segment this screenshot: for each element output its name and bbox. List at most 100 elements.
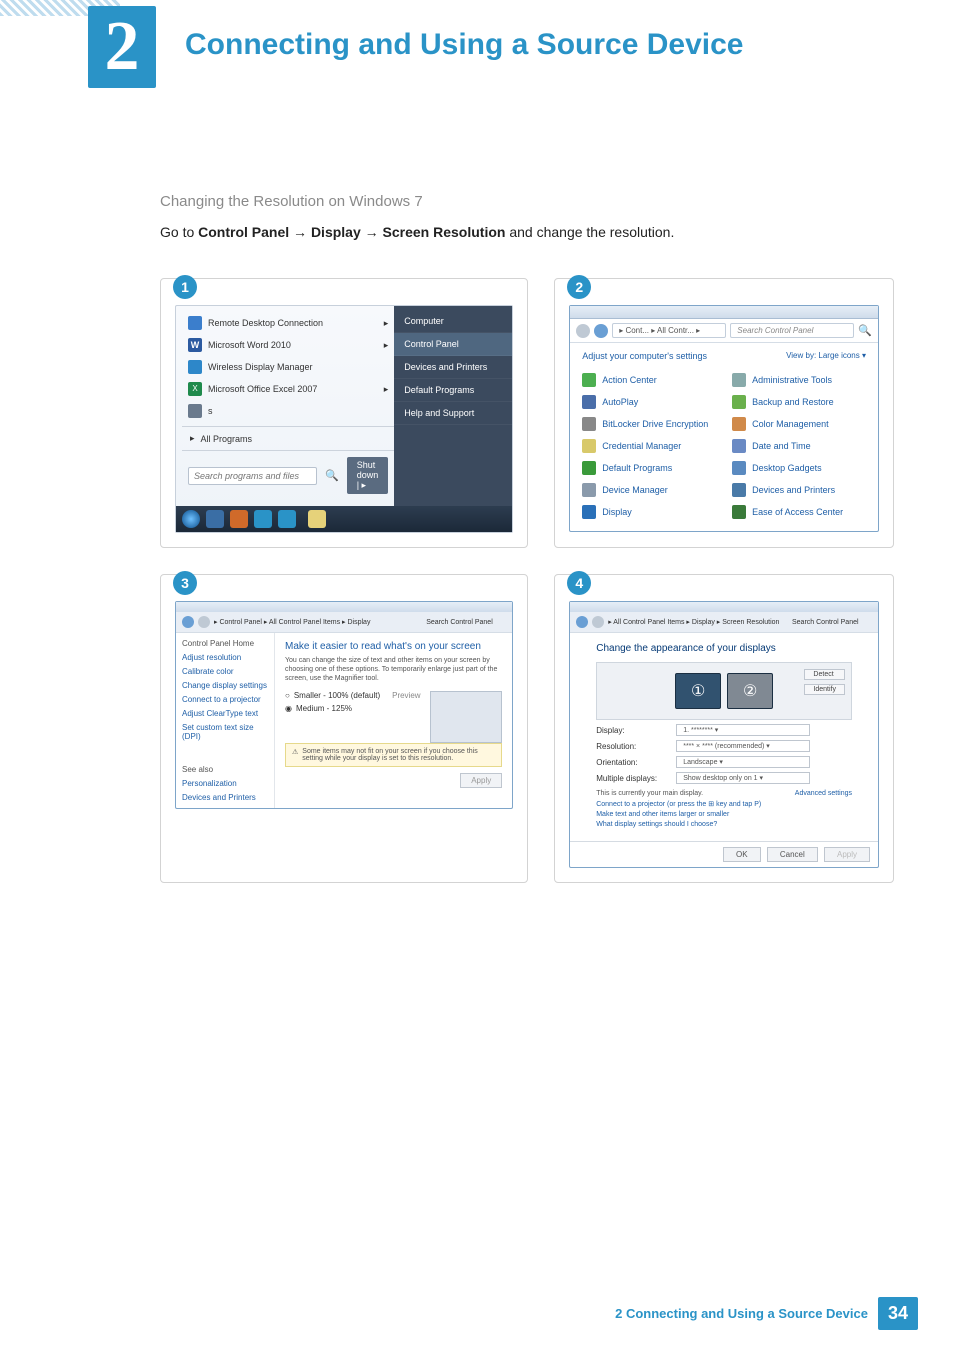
search-input[interactable] [188,467,317,485]
monitor-1[interactable]: ① [675,673,721,709]
advanced-settings-link[interactable]: Advanced settings [795,790,852,797]
cp-item[interactable]: Device Manager [574,479,724,501]
setting-row: Multiple displays:Show desktop only on 1… [596,772,852,784]
nav-fwd-icon[interactable] [592,616,604,628]
radio-option[interactable]: ◉Medium - 125% [285,704,422,713]
warning-box: ⚠Some items may not fit on your screen i… [285,743,502,767]
nav-back-icon[interactable] [576,324,590,338]
screen-resolution-window: ▸ All Control Panel Items ▸ Display ▸ Sc… [569,601,879,868]
taskbar-icon[interactable] [278,510,296,528]
cp-item[interactable]: Display [574,501,724,523]
sidebar-link[interactable]: Calibrate color [182,667,268,676]
sidebar-link[interactable]: Connect to a projector [182,695,268,704]
nav-fwd-icon[interactable] [594,324,608,338]
start-right-item[interactable]: Devices and Printers [394,356,512,379]
cp-item[interactable]: Devices and Printers [724,479,874,501]
cp-item[interactable]: Backup and Restore [724,391,874,413]
cp-item[interactable]: Ease of Access Center [724,501,874,523]
sidebar-link[interactable]: Set custom text size (DPI) [182,723,268,741]
taskbar-icon[interactable] [230,510,248,528]
taskbar [176,506,512,532]
start-right-item[interactable]: Default Programs [394,379,512,402]
start-item[interactable]: WMicrosoft Word 2010▸ [182,334,394,356]
search-icon: 🔍 [858,324,872,337]
monitor-2[interactable]: ② [727,673,773,709]
breadcrumb[interactable]: ▸ All Control Panel Items ▸ Display ▸ Sc… [608,618,788,626]
page-number: 34 [878,1297,918,1330]
nav-back-icon[interactable] [182,616,194,628]
search-field[interactable]: Search Control Panel [426,619,506,626]
start-item[interactable]: s [182,400,394,422]
identify-button[interactable]: Identify [804,684,845,695]
link[interactable]: Connect to a projector (or press the ⊞ k… [596,800,852,808]
sidebar-link[interactable]: Personalization [182,779,268,788]
cp-heading: Adjust your computer's settings [582,351,707,361]
cp-item[interactable]: Date and Time [724,435,874,457]
cp-item[interactable]: Default Programs [574,457,724,479]
search-field[interactable]: Search Control Panel [792,619,872,626]
nav-back-icon[interactable] [576,616,588,628]
taskbar-icon[interactable] [254,510,272,528]
cp-item[interactable]: Color Management [724,413,874,435]
select[interactable]: Show desktop only on 1 ▾ [676,772,810,784]
monitor-preview: ① ② Detect Identify [596,662,852,720]
instruction-text: Go to Control Panel → Display → Screen R… [160,224,894,240]
start-right-item-selected[interactable]: Control Panel [394,333,512,356]
all-programs[interactable]: ▸All Programs [182,426,394,450]
select[interactable]: 1. ******** ▾ [676,724,810,736]
panel-heading: Make it easier to read what's on your sc… [285,641,502,652]
sidebar-link[interactable]: Adjust ClearType text [182,709,268,718]
screenshot-1: 1 Remote Desktop Connection▸ WMicrosoft … [160,278,528,548]
title-bar [570,306,878,319]
start-right-item[interactable]: Help and Support [394,402,512,425]
step-badge-1: 1 [173,275,197,299]
sidebar-link[interactable]: Change display settings [182,681,268,690]
setting-row: Display:1. ******** ▾ [596,724,852,736]
taskbar-icon[interactable] [206,510,224,528]
ok-button[interactable]: OK [723,847,761,862]
cancel-button[interactable]: Cancel [767,847,818,862]
footer-text: 2 Connecting and Using a Source Device [615,1306,868,1321]
start-item[interactable]: XMicrosoft Office Excel 2007▸ [182,378,394,400]
cp-item[interactable]: BitLocker Drive Encryption [574,413,724,435]
taskbar-icon[interactable] [308,510,326,528]
detect-button[interactable]: Detect [804,669,845,680]
cp-item[interactable]: Desktop Gadgets [724,457,874,479]
start-left-column: Remote Desktop Connection▸ WMicrosoft Wo… [176,306,394,506]
search-icon: 🔍 [325,469,339,482]
cp-item[interactable]: Credential Manager [574,435,724,457]
sidebar-link[interactable]: Control Panel Home [182,639,268,648]
start-menu: Remote Desktop Connection▸ WMicrosoft Wo… [175,305,513,533]
link[interactable]: What display settings should I choose? [596,821,852,828]
step-badge-2: 2 [567,275,591,299]
main-display-msg: This is currently your main display. [596,790,703,797]
search-field[interactable]: Search Control Panel [730,323,854,338]
step-badge-3: 3 [173,571,197,595]
sidebar-link[interactable]: Devices and Printers [182,793,268,802]
setting-row: Resolution:**** × **** (recommended) ▾ [596,740,852,752]
link[interactable]: Make text and other items larger or smal… [596,811,852,818]
radio-option[interactable]: ○Smaller - 100% (default)Preview [285,691,422,700]
select[interactable]: **** × **** (recommended) ▾ [676,740,810,752]
screenshot-3: 3 ▸ Control Panel ▸ All Control Panel It… [160,574,528,883]
cp-item[interactable]: AutoPlay [574,391,724,413]
view-by[interactable]: View by: Large icons ▾ [786,351,866,361]
page-footer: 2 Connecting and Using a Source Device 3… [615,1297,918,1330]
breadcrumb[interactable]: ▸ Control Panel ▸ All Control Panel Item… [214,618,422,626]
cp-item[interactable]: Administrative Tools [724,369,874,391]
breadcrumb[interactable]: ▸ Cont... ▸ All Contr... ▸ [612,323,726,338]
start-item[interactable]: Remote Desktop Connection▸ [182,312,394,334]
start-orb-icon[interactable] [182,510,200,528]
panel-heading: Change the appearance of your displays [596,643,852,654]
apply-button[interactable]: Apply [460,773,502,788]
start-right-item[interactable]: Computer [394,310,512,333]
cp-item[interactable]: Action Center [574,369,724,391]
nav-fwd-icon[interactable] [198,616,210,628]
sidebar-link[interactable]: Adjust resolution [182,653,268,662]
shutdown-button[interactable]: Shut down | ▸ [347,457,389,494]
screenshot-4: 4 ▸ All Control Panel Items ▸ Display ▸ … [554,574,894,883]
apply-button[interactable]: Apply [824,847,870,862]
start-item[interactable]: Wireless Display Manager [182,356,394,378]
start-right-column: Computer Control Panel Devices and Print… [394,306,512,506]
select[interactable]: Landscape ▾ [676,756,810,768]
